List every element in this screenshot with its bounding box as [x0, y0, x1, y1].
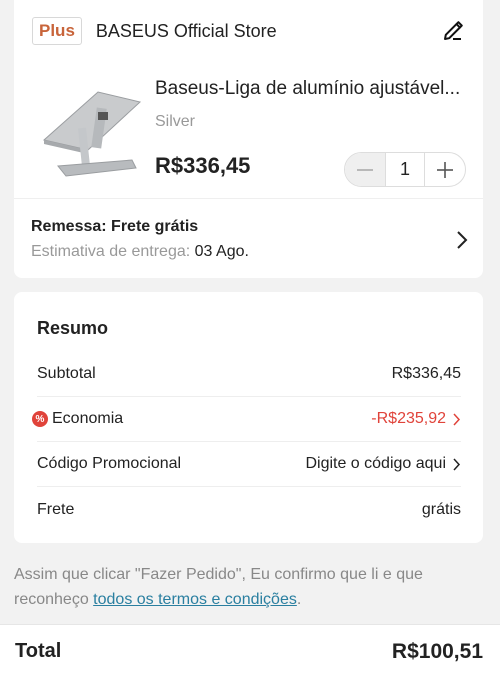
subtotal-row: Subtotal R$336,45: [37, 352, 461, 397]
store-name[interactable]: BASEUS Official Store: [96, 21, 277, 42]
divider: [14, 198, 483, 199]
decrease-quantity-button[interactable]: [345, 153, 385, 186]
shipping-cost-value: grátis: [421, 500, 461, 518]
delivery-estimate: Estimativa de entrega: 03 Ago.: [31, 243, 249, 261]
product-variant: Silver: [155, 113, 196, 130]
product-title[interactable]: Baseus-Liga de alumínio ajustável...: [155, 78, 475, 100]
edit-icon[interactable]: [441, 19, 465, 43]
shipping-cost-label: Frete: [37, 500, 75, 518]
store-header: Plus BASEUS Official Store: [32, 16, 467, 46]
promo-code-placeholder: Digite o código aqui: [305, 455, 446, 472]
delivery-estimate-date: 03 Ago.: [194, 243, 249, 260]
shipping-cost-row: Frete grátis: [37, 487, 461, 532]
subtotal-value: R$336,45: [391, 365, 461, 382]
product-price: R$336,45: [155, 153, 251, 178]
product-image[interactable]: [36, 88, 146, 180]
minus-icon: [357, 168, 373, 171]
store-card: Plus BASEUS Official Store Baseus-Liga d…: [14, 0, 483, 278]
subtotal-label: Subtotal: [37, 365, 96, 382]
economy-label-group: % Economia: [32, 410, 371, 428]
increase-quantity-button[interactable]: [425, 153, 465, 186]
shipping-title: Remessa: Frete grátis: [31, 218, 199, 235]
chevron-right-icon: [453, 457, 461, 471]
terms-notice: Assim que clicar "Fazer Pedido", Eu conf…: [14, 562, 484, 612]
quantity-value[interactable]: 1: [385, 153, 425, 186]
quantity-stepper: 1: [344, 152, 466, 187]
economy-value: -R$235,92: [371, 410, 446, 427]
total-label: Total: [15, 640, 62, 662]
chevron-right-icon[interactable]: [455, 230, 469, 250]
chevron-right-icon: [453, 412, 461, 426]
economy-row[interactable]: % Economia -R$235,92: [32, 397, 461, 442]
economy-value-group: -R$235,92: [371, 410, 461, 428]
terms-end: .: [296, 591, 302, 608]
plus-badge: Plus: [32, 17, 82, 45]
total-bar: Total R$100,51: [0, 624, 500, 673]
plus-icon: [437, 161, 453, 178]
promo-code-value-group: Digite o código aqui: [305, 455, 461, 473]
terms-link[interactable]: todos os termos e condições: [93, 591, 297, 608]
delivery-estimate-label: Estimativa de entrega:: [31, 243, 191, 260]
total-value: R$100,51: [391, 640, 483, 663]
promo-code-row[interactable]: Código Promocional Digite o código aqui: [37, 442, 461, 487]
economy-label: Economia: [52, 410, 124, 427]
summary-title: Resumo: [37, 318, 109, 338]
promo-code-label: Código Promocional: [37, 455, 182, 472]
discount-icon: %: [32, 411, 48, 427]
summary-card: Resumo Subtotal R$336,45 % Economia -R$2…: [14, 292, 483, 543]
